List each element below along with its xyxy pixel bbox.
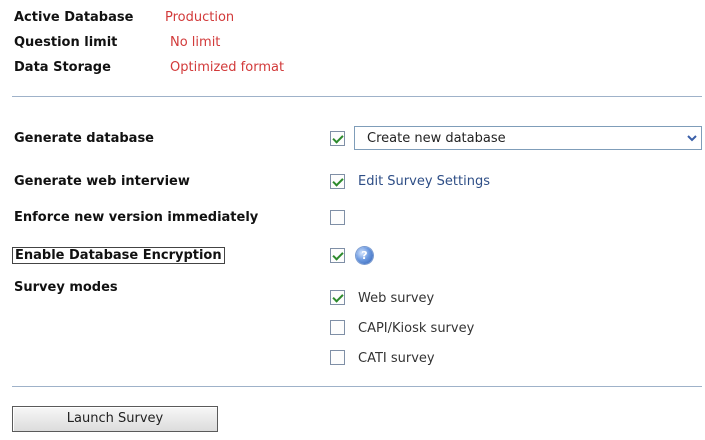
question-limit-value: No limit: [170, 35, 221, 50]
generate-web-interview-label: Generate web interview: [14, 174, 190, 189]
cati-survey-label: CATI survey: [358, 351, 435, 366]
web-survey-checkbox[interactable]: [330, 290, 345, 305]
cati-survey-checkbox[interactable]: [330, 350, 345, 365]
database-select[interactable]: Create new database: [354, 126, 702, 150]
active-database-value: Production: [165, 10, 235, 25]
data-storage-label: Data Storage: [14, 60, 111, 75]
capi-kiosk-survey-checkbox[interactable]: [330, 320, 345, 335]
enforce-new-version-checkbox[interactable]: [330, 210, 345, 225]
generate-web-interview-checkbox[interactable]: [330, 174, 345, 189]
web-survey-label: Web survey: [358, 291, 435, 306]
enable-encryption-checkbox[interactable]: [330, 248, 345, 263]
divider-top: [12, 96, 702, 97]
capi-kiosk-survey-label: CAPI/Kiosk survey: [358, 321, 475, 336]
survey-modes-label: Survey modes: [14, 280, 118, 295]
enable-encryption-label: Enable Database Encryption: [12, 247, 225, 264]
question-limit-label: Question limit: [14, 35, 118, 50]
launch-survey-button[interactable]: Launch Survey: [12, 406, 218, 432]
edit-survey-settings-link[interactable]: Edit Survey Settings: [358, 174, 490, 189]
enforce-new-version-label: Enforce new version immediately: [14, 210, 259, 225]
data-storage-value: Optimized format: [170, 60, 285, 75]
help-icon[interactable]: ?: [356, 247, 373, 264]
database-select-value: Create new database: [367, 131, 506, 146]
active-database-label: Active Database: [14, 10, 134, 25]
generate-database-label: Generate database: [14, 131, 154, 146]
generate-database-checkbox[interactable]: [330, 131, 345, 146]
chevron-down-icon: [687, 135, 697, 142]
divider-bottom: [12, 386, 702, 387]
